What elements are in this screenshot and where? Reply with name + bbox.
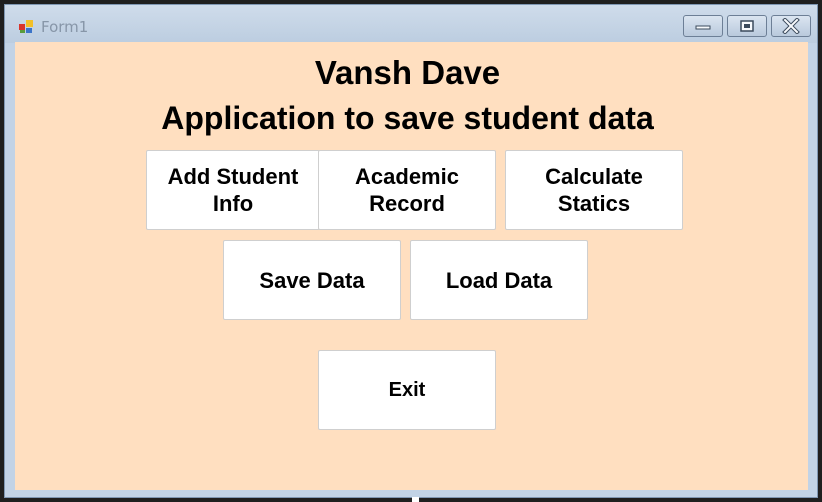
name-heading: Vansh Dave [314, 54, 501, 91]
close-button[interactable] [771, 15, 811, 37]
close-icon [782, 18, 800, 34]
form-client-area: Vansh Dave Application to save student d… [15, 42, 808, 490]
calculate-statics-button[interactable]: Calculate Statics [505, 150, 683, 230]
save-data-button[interactable]: Save Data [223, 240, 401, 320]
maximize-button[interactable] [727, 15, 767, 37]
academic-record-button[interactable]: Academic Record [318, 150, 496, 230]
app-icon [19, 20, 33, 33]
add-student-info-button[interactable]: Add Student Info [146, 150, 320, 230]
restore-icon [740, 20, 754, 32]
minimize-icon [695, 25, 711, 30]
resize-cursor-marker [412, 497, 419, 502]
app-heading: Application to save student data [161, 100, 654, 136]
title-bar[interactable]: Form1 [5, 5, 817, 43]
application-window: Form1 Vansh Dave Application to save stu… [4, 4, 818, 498]
minimize-button[interactable] [683, 15, 723, 37]
window-title: Form1 [41, 18, 89, 36]
exit-button[interactable]: Exit [318, 350, 496, 430]
load-data-button[interactable]: Load Data [410, 240, 588, 320]
